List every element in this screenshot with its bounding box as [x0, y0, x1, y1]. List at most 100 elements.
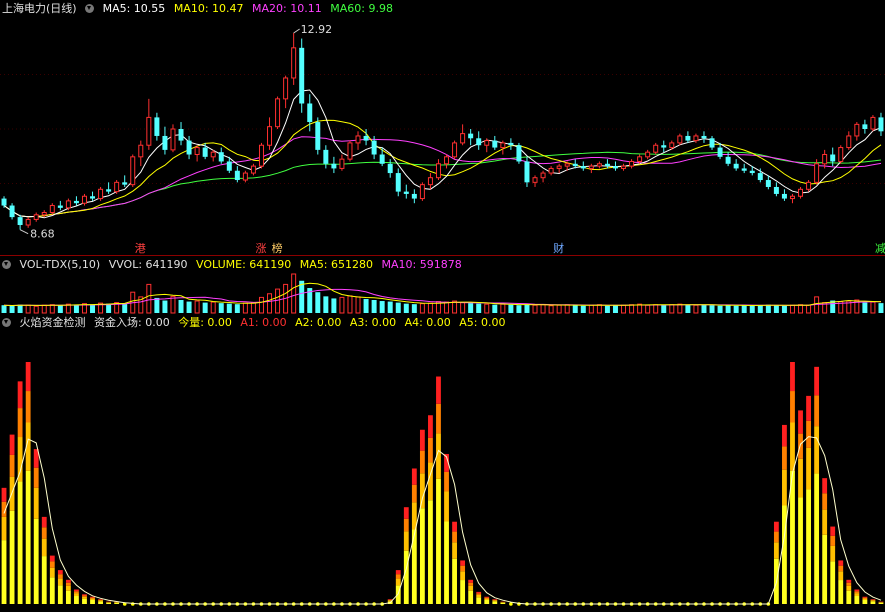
- candle-down: [403, 191, 409, 194]
- candle-up: [291, 47, 297, 79]
- volume-bar-up: [419, 303, 425, 314]
- flame-bar-segment: [484, 597, 490, 599]
- volume-chart[interactable]: [0, 256, 885, 314]
- candle-up: [596, 163, 602, 167]
- candle-up: [65, 200, 71, 209]
- flame-bar-segment: [114, 602, 120, 604]
- flame-bar-segment: [830, 535, 836, 546]
- flame-bar-segment: [387, 599, 393, 600]
- flame-bar-segment: [790, 470, 795, 604]
- candle-down: [178, 129, 184, 141]
- flame-bar-segment: [492, 599, 498, 601]
- flame-bar-segment: [484, 598, 490, 601]
- candle-down: [717, 147, 723, 157]
- flame-bar-segment: [468, 590, 474, 604]
- candle-up: [637, 156, 643, 162]
- flame-bar-segment: [854, 593, 860, 597]
- flame-bar-segment: [500, 602, 506, 604]
- volume-bar-down: [73, 305, 79, 313]
- volume-bar-down: [154, 297, 160, 313]
- flame-bar-segment: [395, 570, 401, 575]
- flame-bar-segment: [57, 585, 63, 604]
- candle-down: [122, 182, 128, 185]
- flame-bar-segment: [870, 599, 876, 600]
- candle-up: [653, 144, 659, 153]
- flame-bar-segment: [9, 454, 15, 477]
- candle-down: [524, 161, 530, 183]
- flame-bar-segment: [468, 585, 474, 591]
- flame-panel[interactable]: 火焰资金检测 资金入场: 0.00 今量: 0.00 A1: 0.00 A2: …: [0, 314, 885, 612]
- volume-bar-down: [749, 305, 755, 313]
- flame-bar-segment: [814, 395, 820, 427]
- candle-up: [822, 154, 828, 165]
- ma10-line: [3, 119, 882, 218]
- volume-bar-up: [194, 300, 200, 314]
- candle-down: [202, 147, 208, 157]
- volume-bar-up: [629, 304, 635, 314]
- candle-down: [307, 103, 313, 123]
- candle-down: [73, 200, 79, 204]
- flame-bar-segment: [90, 600, 95, 604]
- flame-bar-segment: [1, 540, 7, 604]
- flame-bar-segment: [395, 574, 401, 579]
- volume-bar-up: [41, 304, 47, 314]
- flame-bar-segment: [82, 596, 87, 599]
- flame-bar-segment: [403, 531, 409, 551]
- volume-bar-down: [17, 304, 23, 313]
- flame-bar-segment: [65, 585, 71, 591]
- volume-bar-down: [878, 303, 884, 313]
- flame-bar-segment: [492, 600, 498, 602]
- candle-down: [371, 140, 377, 155]
- flame-bar-segment: [846, 590, 852, 604]
- candle-up: [435, 163, 441, 179]
- flame-bar-segment: [419, 429, 425, 451]
- candle-up: [242, 172, 248, 181]
- volume-bar-down: [57, 305, 63, 313]
- flame-bar-segment: [468, 579, 474, 583]
- kline-panel[interactable]: 上海电力(日线) MA5: 10.55 MA10: 10.47 MA20: 10…: [0, 0, 885, 256]
- flame-bar-segment: [1, 487, 7, 502]
- flame-bar-segment: [419, 450, 425, 474]
- candle-down: [725, 156, 731, 164]
- flame-bar-segment: [460, 560, 466, 566]
- flame-bar-segment: [806, 420, 811, 448]
- candle-up: [419, 184, 425, 200]
- flame-bar-segment: [57, 570, 63, 575]
- flame-bar-segment: [90, 598, 95, 601]
- volume-bar-down: [476, 303, 482, 313]
- ma5-line: [3, 89, 882, 219]
- flame-bar-segment: [846, 585, 852, 591]
- flame-bar-segment: [782, 424, 787, 447]
- volume-bar-up: [484, 303, 490, 314]
- flame-bar-segment: [419, 473, 425, 509]
- volume-bar-down: [773, 305, 779, 313]
- candle-up: [814, 163, 820, 183]
- candlestick-chart[interactable]: 12.92 8.68 港 涨榜 财 减: [0, 0, 885, 256]
- candle-up: [452, 142, 458, 158]
- flame-bar-segment: [436, 376, 441, 404]
- low-price-label: 8.68: [30, 228, 55, 241]
- flame-bar-segment: [33, 518, 39, 604]
- candle-down: [685, 135, 691, 141]
- flame-bar-segment: [428, 415, 433, 438]
- candle-down: [516, 145, 522, 162]
- candle-up: [33, 214, 39, 220]
- candle-up: [444, 156, 450, 165]
- flame-bar-segment: [862, 598, 868, 601]
- flame-bar-segment: [798, 458, 803, 498]
- volume-bar-down: [685, 304, 691, 313]
- candle-up: [275, 98, 281, 128]
- volume-bar-up: [532, 304, 538, 314]
- flame-bar-segment: [492, 601, 498, 604]
- volume-bar-down: [661, 305, 667, 313]
- flame-chart[interactable]: [0, 314, 885, 612]
- flame-bar-segment: [98, 600, 103, 602]
- volume-bar-up: [653, 304, 659, 314]
- flame-bar-segment: [33, 467, 39, 488]
- flame-bar-segment: [49, 567, 55, 578]
- volume-panel[interactable]: VOL-TDX(5,10) VVOL: 641190 VOLUME: 64119…: [0, 256, 885, 314]
- volume-bar-down: [612, 305, 618, 313]
- flame-bar-segment: [74, 589, 79, 592]
- volume-bar-up: [170, 295, 176, 314]
- candle-down: [508, 142, 514, 146]
